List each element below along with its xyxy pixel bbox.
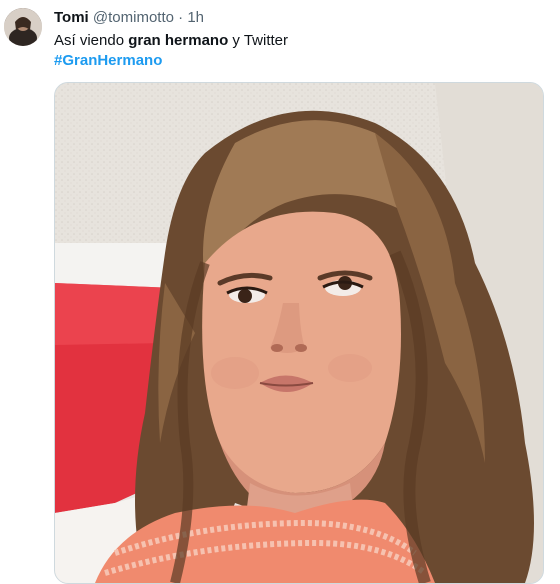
user-handle[interactable]: @tomimotto: [93, 9, 174, 26]
hashtag-link[interactable]: #GranHermano: [54, 51, 162, 71]
tweet-text-part: Así viendo: [54, 32, 129, 49]
tweet-text-bold: gran hermano: [128, 32, 229, 49]
timestamp[interactable]: 1h: [187, 9, 204, 26]
separator-dot: ·: [178, 9, 184, 26]
selfie-photo: [55, 83, 543, 583]
tweet-text: Así viendo gran hermano y Twitter: [54, 31, 288, 51]
media-image[interactable]: [54, 82, 544, 584]
display-name[interactable]: Tomi: [54, 9, 89, 26]
tweet-text-part: y Twitter: [228, 32, 288, 49]
tweet-header: Tomi @tomimotto · 1h: [54, 9, 204, 27]
tweet[interactable]: Tomi @tomimotto · 1h Así viendo gran her…: [0, 0, 560, 584]
avatar[interactable]: [4, 8, 42, 46]
